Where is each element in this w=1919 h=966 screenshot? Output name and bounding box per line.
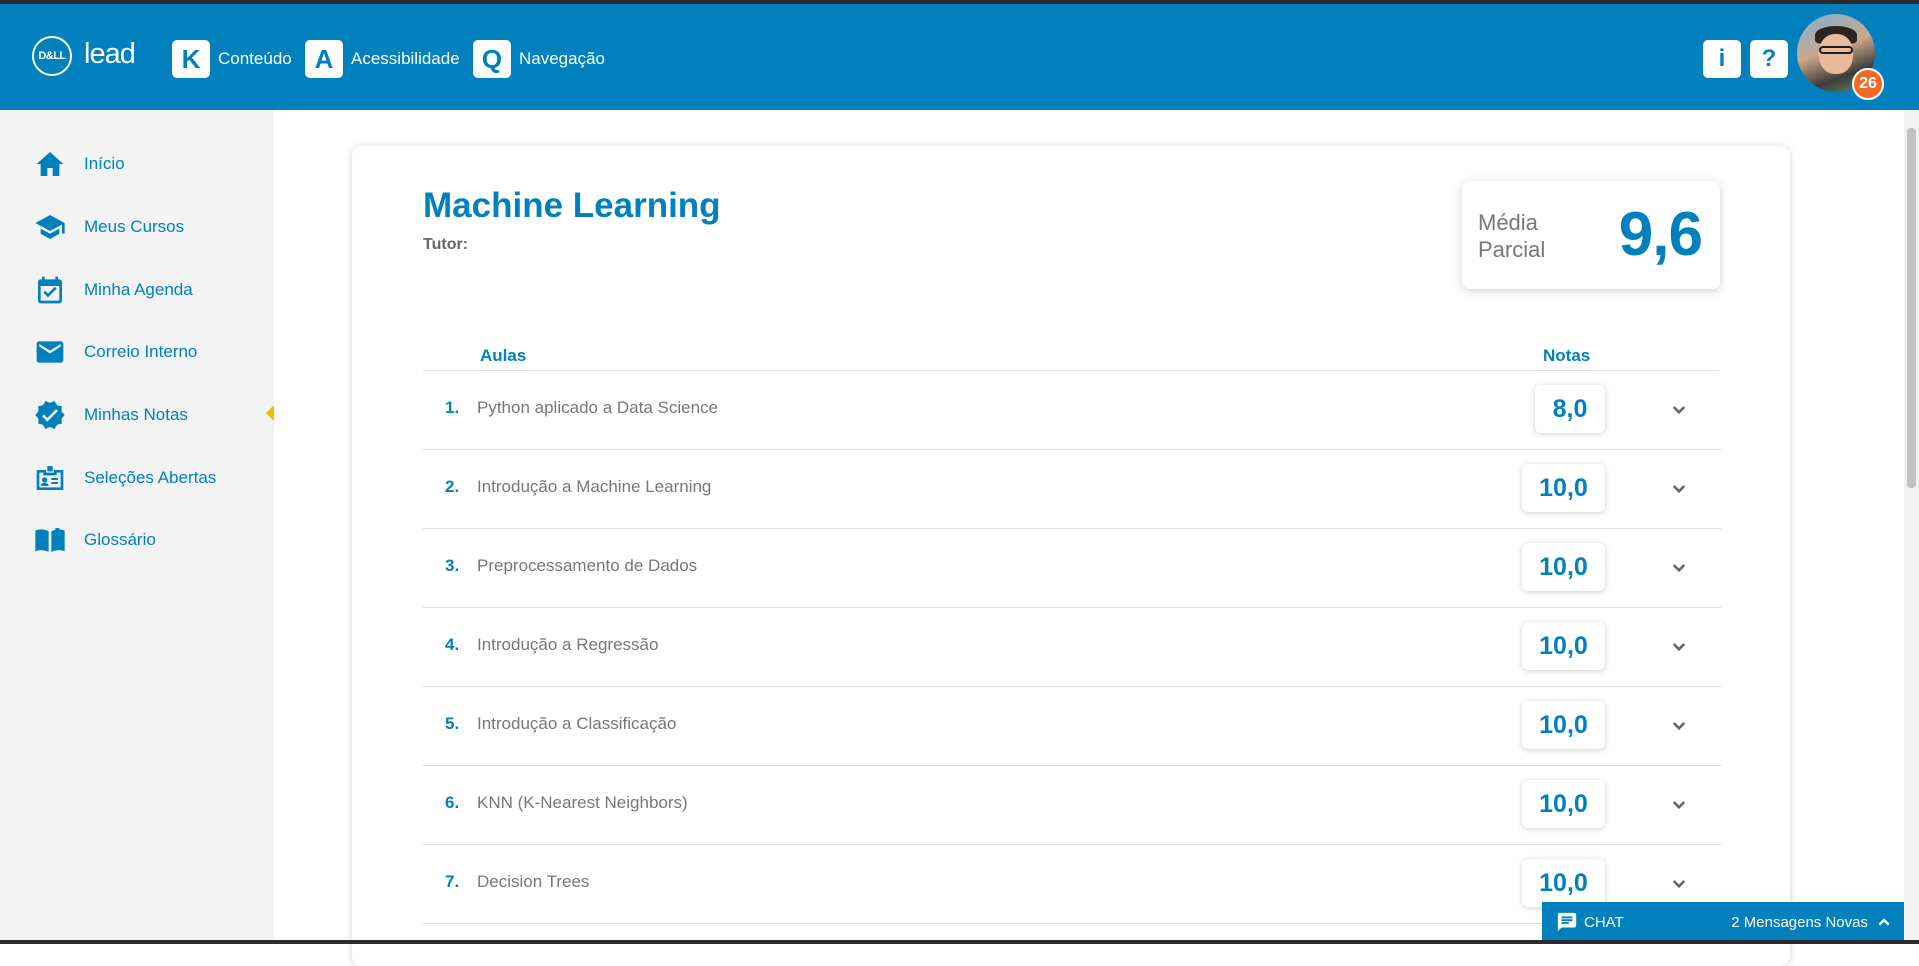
sidebar-item-label: Minha Agenda (84, 280, 193, 299)
row-number: 1. (445, 398, 460, 417)
chat-label: CHAT (1584, 913, 1624, 931)
chat-bubble-icon (1557, 912, 1577, 932)
sidebar-item-correio-interno[interactable]: Correio Interno (34, 336, 197, 368)
dell-logo-text: D&LL (38, 50, 66, 62)
grade-value: 8,0 (1535, 385, 1605, 433)
row-title: Preprocessamento de Dados (477, 556, 698, 575)
chat-bar[interactable]: CHAT 2 Mensagens Novas (1542, 902, 1904, 942)
shortcut-acessibilidade[interactable]: A Acessibilidade (305, 40, 460, 78)
row-title: Introdução a Regressão (477, 635, 659, 654)
partial-average-value: 9,6 (1618, 200, 1703, 269)
grade-value: 10,0 (1522, 464, 1605, 512)
shortcut-label: Acessibilidade (351, 49, 460, 68)
chevron-up-icon[interactable] (1876, 914, 1892, 930)
chevron-down-icon[interactable] (1670, 638, 1688, 656)
shortcut-navegacao[interactable]: Q Navegação (473, 40, 605, 78)
window-bottom-border (0, 940, 1919, 944)
partial-average-label: Média Parcial (1478, 210, 1546, 262)
sidebar-item-glossario[interactable]: Glossário (34, 524, 156, 556)
row-title: Python aplicado a Data Science (477, 398, 718, 417)
shortcut-key: Q (473, 40, 511, 78)
course-title: Machine Learning (423, 186, 721, 225)
scrollbar-thumb[interactable] (1907, 128, 1916, 488)
grade-value: 10,0 (1522, 701, 1605, 749)
row-title: KNN (K-Nearest Neighbors) (477, 793, 688, 812)
graduation-cap-icon (35, 215, 65, 239)
top-header: D&LL lead K Conteúdo A Acessibilidade Q … (0, 4, 1919, 110)
grade-value: 10,0 (1522, 780, 1605, 828)
sidebar-item-meus-cursos[interactable]: Meus Cursos (34, 211, 184, 243)
help-button[interactable]: ? (1750, 40, 1788, 78)
envelope-icon (36, 341, 64, 363)
dell-logo[interactable]: D&LL (32, 36, 72, 76)
chat-new-messages: 2 Mensagens Novas (1731, 913, 1868, 931)
sidebar-item-label: Meus Cursos (84, 217, 185, 236)
lead-logo-text: lead (84, 38, 136, 70)
sidebar-item-label: Correio Interno (84, 342, 198, 361)
tutor-label: Tutor: (423, 236, 469, 253)
sidebar-item-label: Minhas Notas (84, 405, 188, 424)
row-title: Introdução a Classificação (477, 714, 677, 733)
column-header-aulas: Aulas (480, 346, 527, 365)
chevron-down-icon[interactable] (1670, 796, 1688, 814)
avatar-face (1819, 34, 1853, 74)
table-row[interactable]: 7. Decision Trees 10,0 (423, 845, 1721, 924)
chevron-down-icon[interactable] (1670, 717, 1688, 735)
shortcut-key: K (172, 40, 210, 78)
info-button[interactable]: i (1703, 40, 1741, 78)
row-number: 3. (445, 556, 460, 575)
sidebar: Início Meus Cursos Minha Agenda Correio … (0, 110, 274, 944)
row-title: Introdução a Machine Learning (477, 477, 712, 496)
sidebar-item-selecoes-abertas[interactable]: Seleções Abertas (34, 462, 216, 494)
sidebar-item-label: Seleções Abertas (84, 468, 217, 487)
table-row[interactable]: 5. Introdução a Classificação 10,0 (423, 687, 1721, 766)
table-row[interactable]: 2. Introdução a Machine Learning 10,0 (423, 450, 1721, 529)
row-title: Decision Trees (477, 872, 590, 891)
chevron-down-icon[interactable] (1670, 480, 1688, 498)
row-number: 4. (445, 635, 460, 654)
table-row[interactable]: 3. Preprocessamento de Dados 10,0 (423, 529, 1721, 608)
row-number: 2. (445, 477, 460, 496)
column-header-notas: Notas (1543, 346, 1591, 365)
sidebar-item-label: Glossário (84, 530, 156, 549)
grade-value: 10,0 (1522, 622, 1605, 670)
row-number: 5. (445, 714, 460, 733)
id-card-icon (36, 466, 64, 490)
table-row[interactable]: 6. KNN (K-Nearest Neighbors) 10,0 (423, 766, 1721, 845)
sidebar-item-minhas-notas[interactable]: Minhas Notas (34, 399, 188, 431)
chevron-down-icon[interactable] (1670, 401, 1688, 419)
sidebar-item-label: Início (84, 154, 125, 173)
grade-value: 10,0 (1522, 859, 1605, 907)
book-icon (35, 528, 65, 552)
row-number: 6. (445, 793, 460, 812)
partial-average-box: Média Parcial 9,6 (1462, 181, 1720, 289)
shortcut-label: Conteúdo (218, 49, 292, 68)
sidebar-item-minha-agenda[interactable]: Minha Agenda (34, 274, 193, 306)
chevron-down-icon[interactable] (1670, 559, 1688, 577)
badge-check-icon (35, 401, 65, 429)
avatar-glasses (1819, 46, 1853, 54)
home-icon (36, 152, 64, 176)
table-row[interactable]: 1. Python aplicado a Data Science 8,0 (423, 371, 1721, 450)
sidebar-item-inicio[interactable]: Início (34, 148, 125, 180)
grade-value: 10,0 (1522, 543, 1605, 591)
row-number: 7. (445, 872, 460, 891)
page-scrollbar[interactable] (1904, 110, 1919, 944)
lead-logo[interactable]: lead (84, 38, 136, 71)
table-row[interactable]: 4. Introdução a Regressão 10,0 (423, 608, 1721, 687)
shortcut-key: A (305, 40, 343, 78)
calendar-check-icon (38, 276, 62, 304)
shortcut-conteudo[interactable]: K Conteúdo (172, 40, 292, 78)
chevron-down-icon[interactable] (1670, 875, 1688, 893)
notification-badge[interactable]: 26 (1852, 68, 1884, 100)
shortcut-label: Navegação (519, 49, 606, 68)
